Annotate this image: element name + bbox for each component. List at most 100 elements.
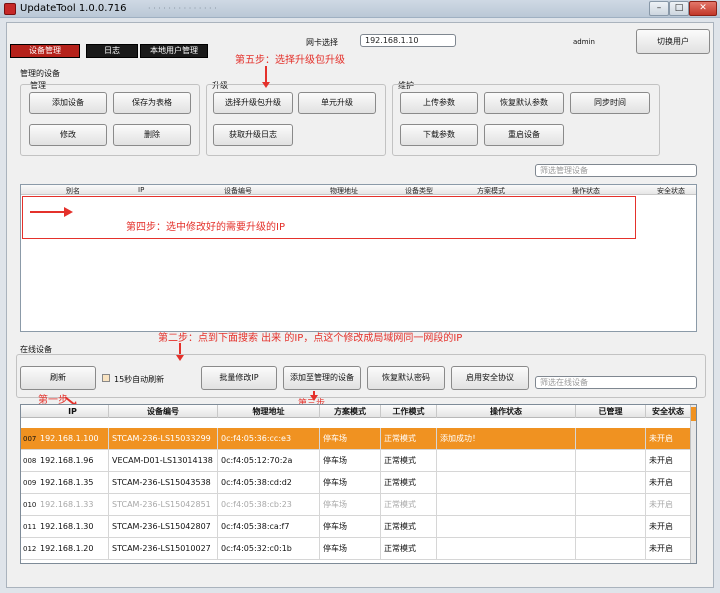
row-security: 未开启 <box>649 434 673 443</box>
row-serial: STCAM-236-LS15042851 <box>109 494 218 516</box>
tab-log[interactable]: 日志 <box>86 44 138 58</box>
row-managed <box>576 428 646 450</box>
row-managed <box>576 494 646 516</box>
row-mac: 0c:f4:05:38:cd:d2 <box>218 472 320 494</box>
row-serial: STCAM-236-LS15043538 <box>109 472 218 494</box>
managed-col-op-status[interactable]: 操作状态 <box>572 186 600 196</box>
row-mac: 0c:f4:05:32:c0:1b <box>218 538 320 560</box>
download-params-button[interactable]: 下载参数 <box>400 124 478 146</box>
select-upgrade-package-button[interactable]: 选择升级包升级 <box>213 92 293 114</box>
online-table-scrollbar[interactable] <box>690 405 696 563</box>
app-icon <box>4 3 16 15</box>
row-work-mode: 正常模式 <box>381 516 437 538</box>
online-col-ip[interactable]: IP <box>37 405 109 418</box>
tab-device-management[interactable]: 设备管理 <box>10 44 80 58</box>
table-row[interactable]: 009 192.168.1.35 STCAM-236-LS15043538 0c… <box>21 472 690 494</box>
restart-device-button[interactable]: 重启设备 <box>484 124 564 146</box>
online-col-op-status[interactable]: 操作状态 <box>437 405 576 418</box>
row-managed <box>576 516 646 538</box>
row-scheme: 停车场 <box>320 538 381 560</box>
row-number: 011 <box>23 523 37 531</box>
current-user: admin <box>573 38 595 46</box>
table-row[interactable]: 011 192.168.1.30 STCAM-236-LS15042807 0c… <box>21 516 690 538</box>
row-number: 012 <box>23 545 37 553</box>
row-security: 未开启 <box>649 544 673 553</box>
managed-col-ip[interactable]: IP <box>138 186 144 194</box>
online-filter-input[interactable]: 筛选在线设备 <box>535 376 697 389</box>
row-security: 未开启 <box>649 478 673 487</box>
row-op-status <box>437 516 576 538</box>
row-work-mode: 正常模式 <box>381 538 437 560</box>
nic-select[interactable]: 192.168.1.10 <box>360 34 456 47</box>
row-number: 007 <box>23 435 37 443</box>
online-col-security[interactable]: 安全状态 <box>646 405 690 418</box>
sync-time-button[interactable]: 同步时间 <box>570 92 650 114</box>
step4-highlight-box <box>22 196 636 239</box>
restore-default-password-button[interactable]: 恢复默认密码 <box>367 366 445 390</box>
step2-note: 第二步：点到下面搜索 出来 的IP，点这个修改成局域网同一网段的IP <box>158 333 463 344</box>
managed-col-device-type[interactable]: 设备类型 <box>405 186 433 196</box>
managed-filter-input[interactable]: 筛选管理设备 <box>535 164 697 177</box>
modify-button[interactable]: 修改 <box>29 124 107 146</box>
step5-note: 第五步：选择升级包升级 <box>235 55 345 66</box>
step4-arrow-icon <box>30 207 73 217</box>
managed-col-serial[interactable]: 设备编号 <box>224 186 252 196</box>
switch-user-button[interactable]: 切换用户 <box>636 29 710 54</box>
add-to-managed-button[interactable]: 添加至管理的设备 <box>283 366 361 390</box>
managed-col-mac[interactable]: 物理地址 <box>330 186 358 196</box>
row-number: 009 <box>23 479 37 487</box>
scrollbar-thumb[interactable] <box>691 407 696 421</box>
step5-arrow-icon <box>262 82 270 88</box>
table-row[interactable]: 010 192.168.1.33 STCAM-236-LS15042851 0c… <box>21 494 690 516</box>
table-row[interactable]: 007 192.168.1.100 STCAM-236-LS15033299 0… <box>21 428 690 450</box>
add-device-button[interactable]: 添加设备 <box>29 92 107 114</box>
row-ip: 192.168.1.30 <box>37 516 109 538</box>
table-row[interactable]: 008 192.168.1.96 VECAM-D01-LS13014138 0c… <box>21 450 690 472</box>
get-upgrade-log-button[interactable]: 获取升级日志 <box>213 124 293 146</box>
online-col-work-mode[interactable]: 工作模式 <box>381 405 437 418</box>
save-as-table-button[interactable]: 保存为表格 <box>113 92 191 114</box>
delete-button[interactable]: 删除 <box>113 124 191 146</box>
restore-default-params-button[interactable]: 恢复默认参数 <box>484 92 564 114</box>
row-mac: 0c:f4:05:36:cc:e3 <box>218 428 320 450</box>
enable-security-protocol-button[interactable]: 启用安全协议 <box>451 366 529 390</box>
unit-upgrade-button[interactable]: 单元升级 <box>298 92 376 114</box>
auto-refresh-checkbox[interactable] <box>102 374 110 382</box>
row-security: 未开启 <box>649 522 673 531</box>
row-managed <box>576 472 646 494</box>
auto-refresh-label: 15秒自动刷新 <box>114 375 165 384</box>
row-serial: STCAM-236-LS15033299 <box>109 428 218 450</box>
online-col-serial[interactable]: 设备编号 <box>109 405 218 418</box>
row-number: 008 <box>23 457 37 465</box>
row-scheme: 停车场 <box>320 428 381 450</box>
table-row[interactable]: 012 192.168.1.20 STCAM-236-LS15010027 0c… <box>21 538 690 560</box>
minimize-button[interactable]: – <box>649 1 669 16</box>
online-col-scheme[interactable]: 方案模式 <box>320 405 381 418</box>
managed-col-scheme[interactable]: 方案模式 <box>477 186 505 196</box>
row-managed <box>576 450 646 472</box>
row-op-status <box>437 538 576 560</box>
upload-params-button[interactable]: 上传参数 <box>400 92 478 114</box>
row-op-status: 添加成功！ <box>437 428 576 450</box>
tab-local-users[interactable]: 本地用户管理 <box>140 44 208 58</box>
row-ip: 192.168.1.33 <box>37 494 109 516</box>
online-col-mac[interactable]: 物理地址 <box>218 405 320 418</box>
row-security: 未开启 <box>649 456 673 465</box>
row-scheme: 停车场 <box>320 450 381 472</box>
row-op-status <box>437 450 576 472</box>
row-mac: 0c:f4:05:38:cb:23 <box>218 494 320 516</box>
row-scheme: 停车场 <box>320 516 381 538</box>
row-scheme: 停车场 <box>320 472 381 494</box>
managed-col-alias[interactable]: 别名 <box>66 186 80 196</box>
maximize-button[interactable]: □ <box>669 1 689 16</box>
online-col-managed[interactable]: 已管理 <box>576 405 646 418</box>
refresh-button[interactable]: 刷新 <box>20 366 96 390</box>
step4-note: 第四步：选中修改好的需要升级的IP <box>126 222 285 233</box>
row-work-mode: 正常模式 <box>381 450 437 472</box>
row-work-mode: 正常模式 <box>381 428 437 450</box>
row-ip: 192.168.1.20 <box>37 538 109 560</box>
batch-modify-ip-button[interactable]: 批量修改IP <box>201 366 277 390</box>
close-button[interactable]: ✕ <box>689 1 717 16</box>
managed-col-security[interactable]: 安全状态 <box>657 186 685 196</box>
nic-label: 网卡选择 <box>306 38 338 47</box>
